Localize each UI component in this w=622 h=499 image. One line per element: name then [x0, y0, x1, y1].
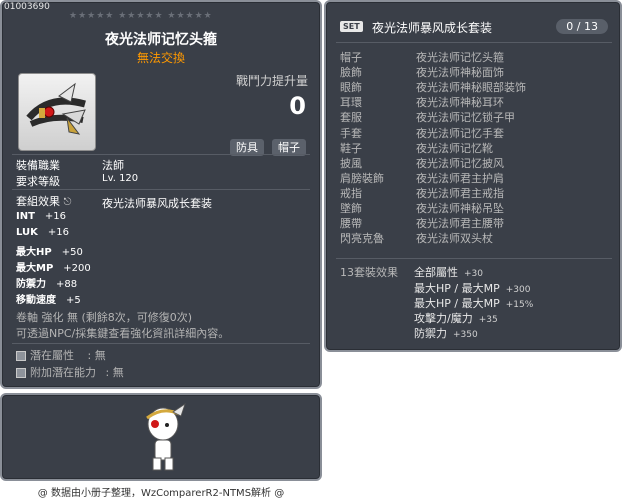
level-label: 要求等級	[16, 175, 60, 188]
potential-row: 潛在屬性 : 無	[16, 347, 106, 363]
set-part-name: 夜光法师双头杖	[416, 232, 493, 246]
set-part-slot: 閃亮克魯	[340, 232, 384, 246]
set-part-slot: 帽子	[340, 51, 362, 64]
add-potential-value: 無	[112, 366, 124, 379]
set-effect-row: 防禦力 +350	[414, 325, 478, 341]
set-part-slot: 鞋子	[340, 141, 362, 155]
set-part-name: 夜光法师君主护肩	[416, 171, 504, 185]
set-part-name: 夜光法师记忆披风	[416, 156, 504, 170]
set-part-slot: 披風	[340, 156, 362, 170]
stat-row: 最大HP +50	[16, 243, 83, 258]
upgrade-info: 卷軸 強化 無 (剩餘8次，可修復0次)	[16, 311, 193, 324]
stat-value: +50	[61, 247, 83, 258]
stat-value: +16	[44, 211, 67, 222]
job-label: 裝備職業	[16, 159, 60, 172]
set-badge: SET	[340, 21, 363, 32]
stat-row: 最大MP +200	[16, 259, 91, 274]
set-part-name: 夜光法师君主戒指	[416, 186, 504, 200]
set-part-name: 夜光法师神秘面饰	[416, 66, 504, 80]
stat-name: 最大MP	[16, 263, 54, 274]
set-effect-value: +300	[505, 285, 531, 295]
stat-row: LUK +16	[16, 227, 69, 238]
set-part-name: 夜光法师神秘耳环	[416, 96, 504, 110]
set-effect-row: 最大HP / 最大MP +15%	[414, 295, 533, 311]
item-icon-frame	[18, 73, 96, 151]
set-title: 夜光法师暴风成长套装	[372, 21, 493, 35]
stat-name: 最大HP	[16, 247, 52, 258]
set-part-name: 夜光法师记忆锁子甲	[416, 111, 515, 125]
set-part-name: 夜光法师记忆靴	[416, 141, 493, 155]
potential-label: 潛在屬性	[30, 349, 74, 362]
character-preview-image	[146, 403, 186, 471]
star-force-stars: ★★★★★ ★★★★★ ★★★★★	[69, 11, 213, 21]
stat-value: +88	[56, 279, 78, 290]
set-count-badge: 0 / 13	[556, 19, 608, 34]
item-tooltip-panel: 01003690 ★★★★★ ★★★★★ ★★★★★ 夜光法师记忆头箍 無法交換…	[0, 0, 322, 389]
set-effect-row: 攻擊力/魔力 +35	[414, 310, 498, 326]
set-part-slot: 耳環	[340, 96, 362, 110]
set-part-name: 夜光法师君主腰带	[416, 217, 504, 231]
set-part-name: 夜光法师神秘吊坠	[416, 202, 504, 215]
set-effect-label: 套組效果 ⎋	[16, 193, 71, 209]
set-effect-row: 最大HP / 最大MP +300	[414, 280, 530, 296]
divider	[12, 189, 310, 190]
stat-name: 防禦力	[16, 279, 46, 290]
set-effect-name: 夜光法师暴风成长套装	[102, 197, 212, 210]
potential-icon	[16, 351, 26, 361]
divider	[12, 343, 310, 344]
set-part-slot: 手套	[340, 126, 362, 140]
set-part-slot: 套服	[340, 111, 362, 125]
divider	[336, 42, 612, 43]
set-effect-name: 全部屬性	[414, 266, 458, 279]
set-part-name: 夜光法师神秘眼部装饰	[416, 81, 526, 95]
set-part-name: 夜光法师记忆手套	[416, 126, 504, 140]
headband-icon	[26, 82, 86, 135]
potential-value: 無	[94, 349, 106, 362]
item-title: 夜光法师记忆头箍	[105, 32, 217, 48]
stat-name: 移動速度	[16, 295, 56, 306]
lock-icon: ⎋	[63, 197, 72, 208]
set-part-slot: 墜飾	[340, 202, 362, 215]
level-value: Lv. 120	[102, 173, 139, 184]
set-info-panel: SET 夜光法师暴风成长套装 0 / 13 帽子 夜光法师记忆头箍 臉飾 夜光法师神秘…	[324, 0, 622, 352]
attack-increase-value: 0	[289, 92, 306, 120]
set-part-slot: 臉飾	[340, 66, 362, 80]
set-effect-name: 最大HP / 最大MP	[414, 297, 500, 310]
set-part-slot: 戒指	[340, 186, 362, 200]
add-potential-row: 附加潛在能力 : 無	[16, 364, 124, 380]
set-effect-value: +30	[464, 269, 483, 279]
stat-row: INT +16	[16, 211, 66, 222]
stat-row: 移動速度 +5	[16, 291, 81, 306]
footer-credit: @ 数据由小册子整理，WzComparerR2-NTMS解析 @	[37, 488, 285, 499]
set-effect-value: +350	[453, 330, 478, 340]
stat-name: INT	[16, 211, 35, 222]
set-effect-value: +35	[478, 315, 498, 325]
trade-status: 無法交換	[136, 51, 185, 65]
stat-name: LUK	[16, 227, 38, 238]
stat-value: +5	[66, 295, 81, 306]
set-effect-value: +15%	[505, 300, 534, 310]
set-part-name: 夜光法师记忆头箍	[416, 51, 504, 64]
divider	[336, 258, 612, 259]
npc-info: 可透過NPC/採集鍵查看強化資訊詳細內容。	[16, 327, 230, 340]
set-effect-name: 攻擊力/魔力	[414, 312, 473, 325]
divider	[12, 154, 310, 155]
set-effect-row: 全部屬性 +30	[414, 264, 483, 280]
set-effect-name: 防禦力	[414, 327, 447, 340]
stat-value: +200	[63, 263, 91, 274]
stat-value: +16	[47, 227, 69, 238]
attack-increase-label: 戰鬥力提升量	[235, 74, 308, 88]
stat-row: 防禦力 +88	[16, 275, 77, 290]
job-value: 法師	[102, 159, 124, 172]
set-effect-name: 最大HP / 最大MP	[414, 282, 500, 295]
set-part-slot: 腰帶	[340, 217, 362, 231]
item-id: 01003690	[4, 2, 50, 12]
set-part-slot: 肩膀裝飾	[340, 171, 384, 185]
set-effect-header: 13套裝效果	[340, 266, 398, 279]
set-effect-label-text: 套組效果	[16, 195, 60, 208]
character-preview-panel	[0, 393, 322, 481]
add-potential-icon	[16, 368, 26, 378]
set-part-slot: 眼飾	[340, 81, 362, 95]
add-potential-label: 附加潛在能力	[30, 366, 96, 379]
